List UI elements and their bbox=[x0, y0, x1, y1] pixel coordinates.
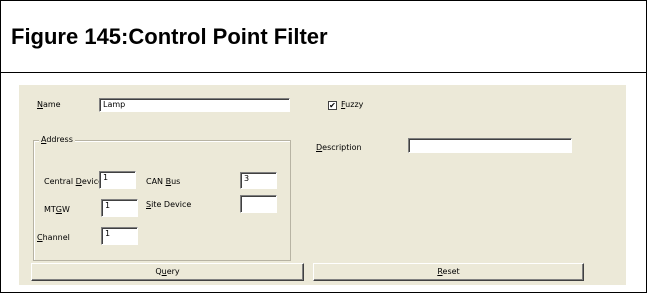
channel-label: Channel bbox=[37, 233, 70, 242]
mtgw-label: MTGW bbox=[44, 205, 70, 214]
control-point-filter-dialog: Name Lamp ✔ Fuzzy Description Address Ce… bbox=[19, 85, 626, 285]
channel-input[interactable]: 1 bbox=[101, 227, 138, 245]
site-device-label: Site Device bbox=[146, 200, 192, 209]
fuzzy-label: Fuzzy bbox=[341, 100, 364, 109]
name-label: Name bbox=[37, 100, 61, 109]
description-input[interactable] bbox=[408, 138, 572, 153]
fuzzy-checkbox[interactable]: ✔ bbox=[328, 101, 337, 110]
central-device-input[interactable]: 1 bbox=[99, 171, 136, 189]
address-group-label: Address bbox=[39, 135, 75, 145]
can-bus-label: CAN Bus bbox=[146, 177, 181, 186]
central-device-label: Central Device bbox=[44, 177, 104, 186]
mtgw-input[interactable]: 1 bbox=[101, 199, 138, 217]
site-device-input[interactable] bbox=[240, 195, 277, 213]
can-bus-input[interactable]: 3 bbox=[240, 172, 277, 189]
figure-title: Figure 145:Control Point Filter bbox=[11, 24, 328, 49]
description-label: Description bbox=[316, 143, 362, 152]
name-input[interactable]: Lamp bbox=[99, 98, 290, 112]
query-button[interactable]: Query bbox=[31, 263, 304, 281]
title-divider bbox=[1, 72, 646, 73]
reset-button[interactable]: Reset bbox=[313, 263, 584, 281]
